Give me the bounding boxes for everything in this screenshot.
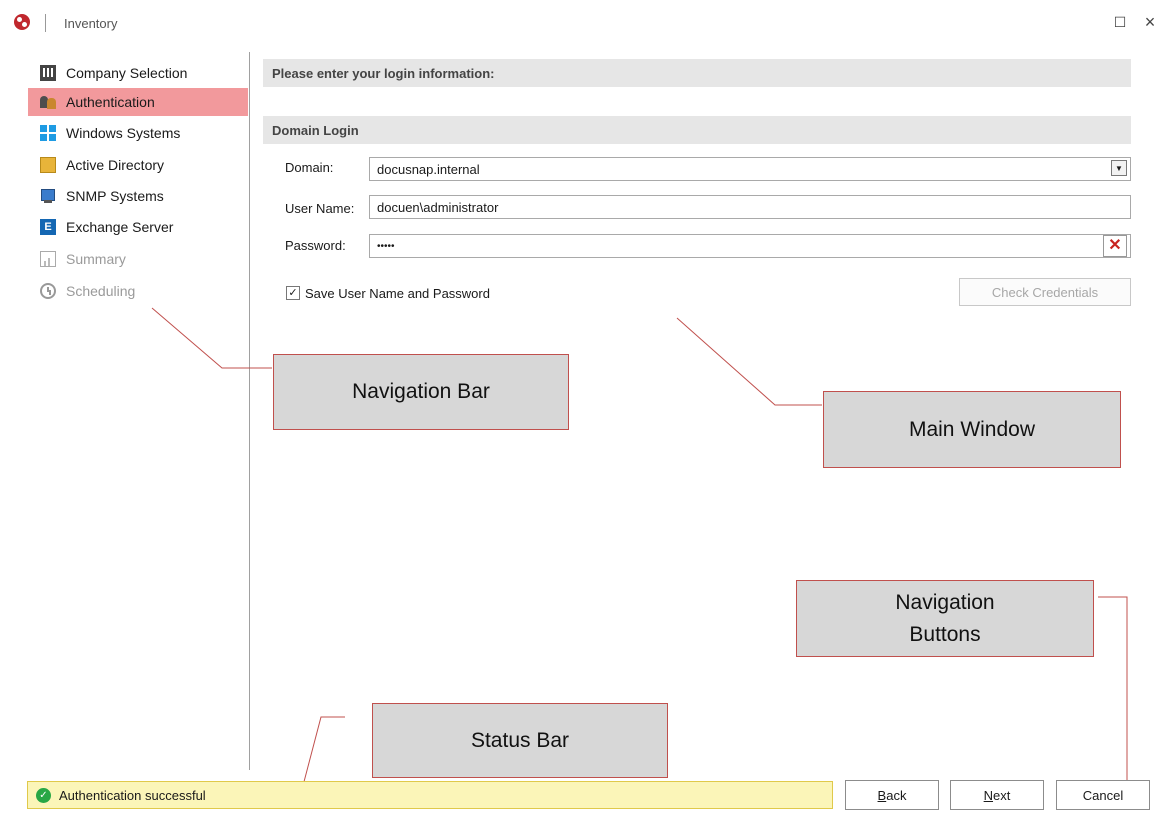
domain-dropdown[interactable]: docusnap.internal	[369, 157, 1131, 181]
callout-main-window: Main Window	[823, 391, 1121, 468]
save-credentials-label[interactable]: Save User Name and Password	[305, 286, 490, 301]
maximize-button[interactable]: ☐	[1111, 13, 1129, 31]
callout-navigation-buttons-line2: Buttons	[909, 622, 981, 646]
nav-item-snmp-systems[interactable]: SNMP Systems	[28, 182, 248, 210]
username-label: User Name:	[285, 201, 355, 216]
callout-navigation-buttons: Navigation Buttons	[796, 580, 1094, 657]
back-button[interactable]: Back	[845, 780, 939, 810]
nav-item-label: Exchange Server	[66, 219, 174, 235]
chevron-down-icon[interactable]: ▼	[1111, 160, 1127, 176]
nav-divider	[249, 52, 250, 770]
nav-item-company-selection[interactable]: Company Selection	[28, 59, 248, 87]
close-button[interactable]: ×	[1141, 13, 1159, 31]
domain-login-header: Domain Login	[263, 116, 1131, 144]
status-bar: ✓ Authentication successful	[27, 781, 833, 809]
back-label-rest: ack	[886, 787, 907, 803]
login-info-header: Please enter your login information:	[263, 59, 1131, 87]
callout-navigation-bar: Navigation Bar	[273, 354, 569, 430]
check-circle-icon: ✓	[36, 787, 51, 803]
nav-item-windows-systems[interactable]: Windows Systems	[28, 119, 248, 147]
nav-item-label: Windows Systems	[66, 125, 181, 141]
password-label: Password:	[285, 238, 346, 253]
nav-item-label: Scheduling	[66, 283, 136, 299]
snmp-icon	[40, 188, 56, 204]
leader-main-window	[676, 317, 822, 406]
nav-item-scheduling[interactable]: Scheduling	[28, 277, 248, 305]
nav-item-exchange-server[interactable]: E Exchange Server	[28, 213, 248, 241]
summary-icon	[40, 251, 56, 267]
nav-item-active-directory[interactable]: Active Directory	[28, 151, 248, 179]
active-directory-icon	[40, 157, 56, 173]
password-field[interactable]: •••••	[369, 234, 1131, 258]
domain-value: docusnap.internal	[377, 161, 480, 177]
clear-password-icon[interactable]: ✕	[1103, 235, 1127, 257]
app-logo-icon	[14, 14, 30, 30]
leader-navigation-bar	[151, 307, 272, 369]
callout-navigation-buttons-line1: Navigation	[895, 590, 995, 614]
next-mnemonic: N	[983, 787, 994, 803]
back-mnemonic: B	[877, 787, 887, 803]
title-separator	[45, 14, 46, 32]
nav-item-label: Authentication	[66, 94, 155, 110]
cancel-button[interactable]: Cancel	[1056, 780, 1150, 810]
next-button[interactable]: Next	[950, 780, 1044, 810]
windows-icon	[40, 125, 56, 141]
nav-item-label: Active Directory	[66, 157, 165, 173]
callout-status-bar: Status Bar	[372, 703, 668, 778]
domain-label: Domain:	[285, 160, 334, 175]
status-text: Authentication successful	[59, 787, 206, 803]
save-credentials-checkbox[interactable]: ✓	[286, 286, 300, 300]
building-icon	[40, 65, 56, 81]
exchange-icon: E	[40, 219, 56, 235]
title-bar	[0, 0, 1168, 50]
users-icon	[40, 94, 56, 110]
nav-item-label: Summary	[66, 251, 126, 267]
check-credentials-button[interactable]: Check Credentials	[959, 278, 1131, 306]
password-value: •••••	[377, 240, 395, 252]
window-title: Inventory	[64, 16, 118, 31]
nav-item-summary[interactable]: Summary	[28, 245, 248, 273]
next-label-rest: ext	[993, 787, 1011, 803]
nav-item-label: Company Selection	[66, 65, 188, 81]
leader-navigation-buttons	[1098, 596, 1128, 797]
nav-item-label: SNMP Systems	[66, 188, 164, 204]
username-field[interactable]: docuen\administrator	[369, 195, 1131, 219]
nav-item-authentication[interactable]: Authentication	[28, 88, 248, 116]
clock-icon	[40, 283, 56, 299]
username-value: docuen\administrator	[377, 199, 499, 215]
